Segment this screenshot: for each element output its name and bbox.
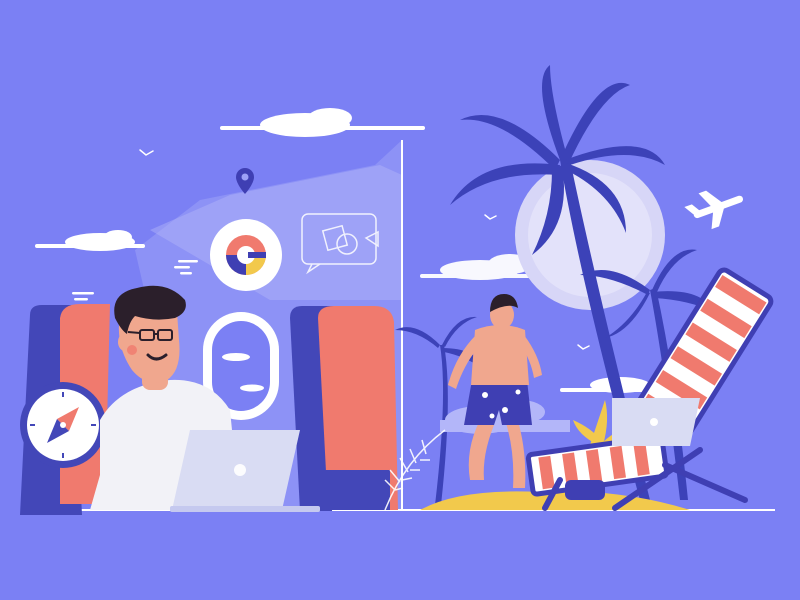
remote-work-beach-illustration [0, 0, 800, 600]
pie-chart-icon [210, 219, 282, 291]
illustration-canvas [0, 0, 800, 600]
seat-right [290, 306, 398, 511]
compass-icon [20, 382, 106, 468]
